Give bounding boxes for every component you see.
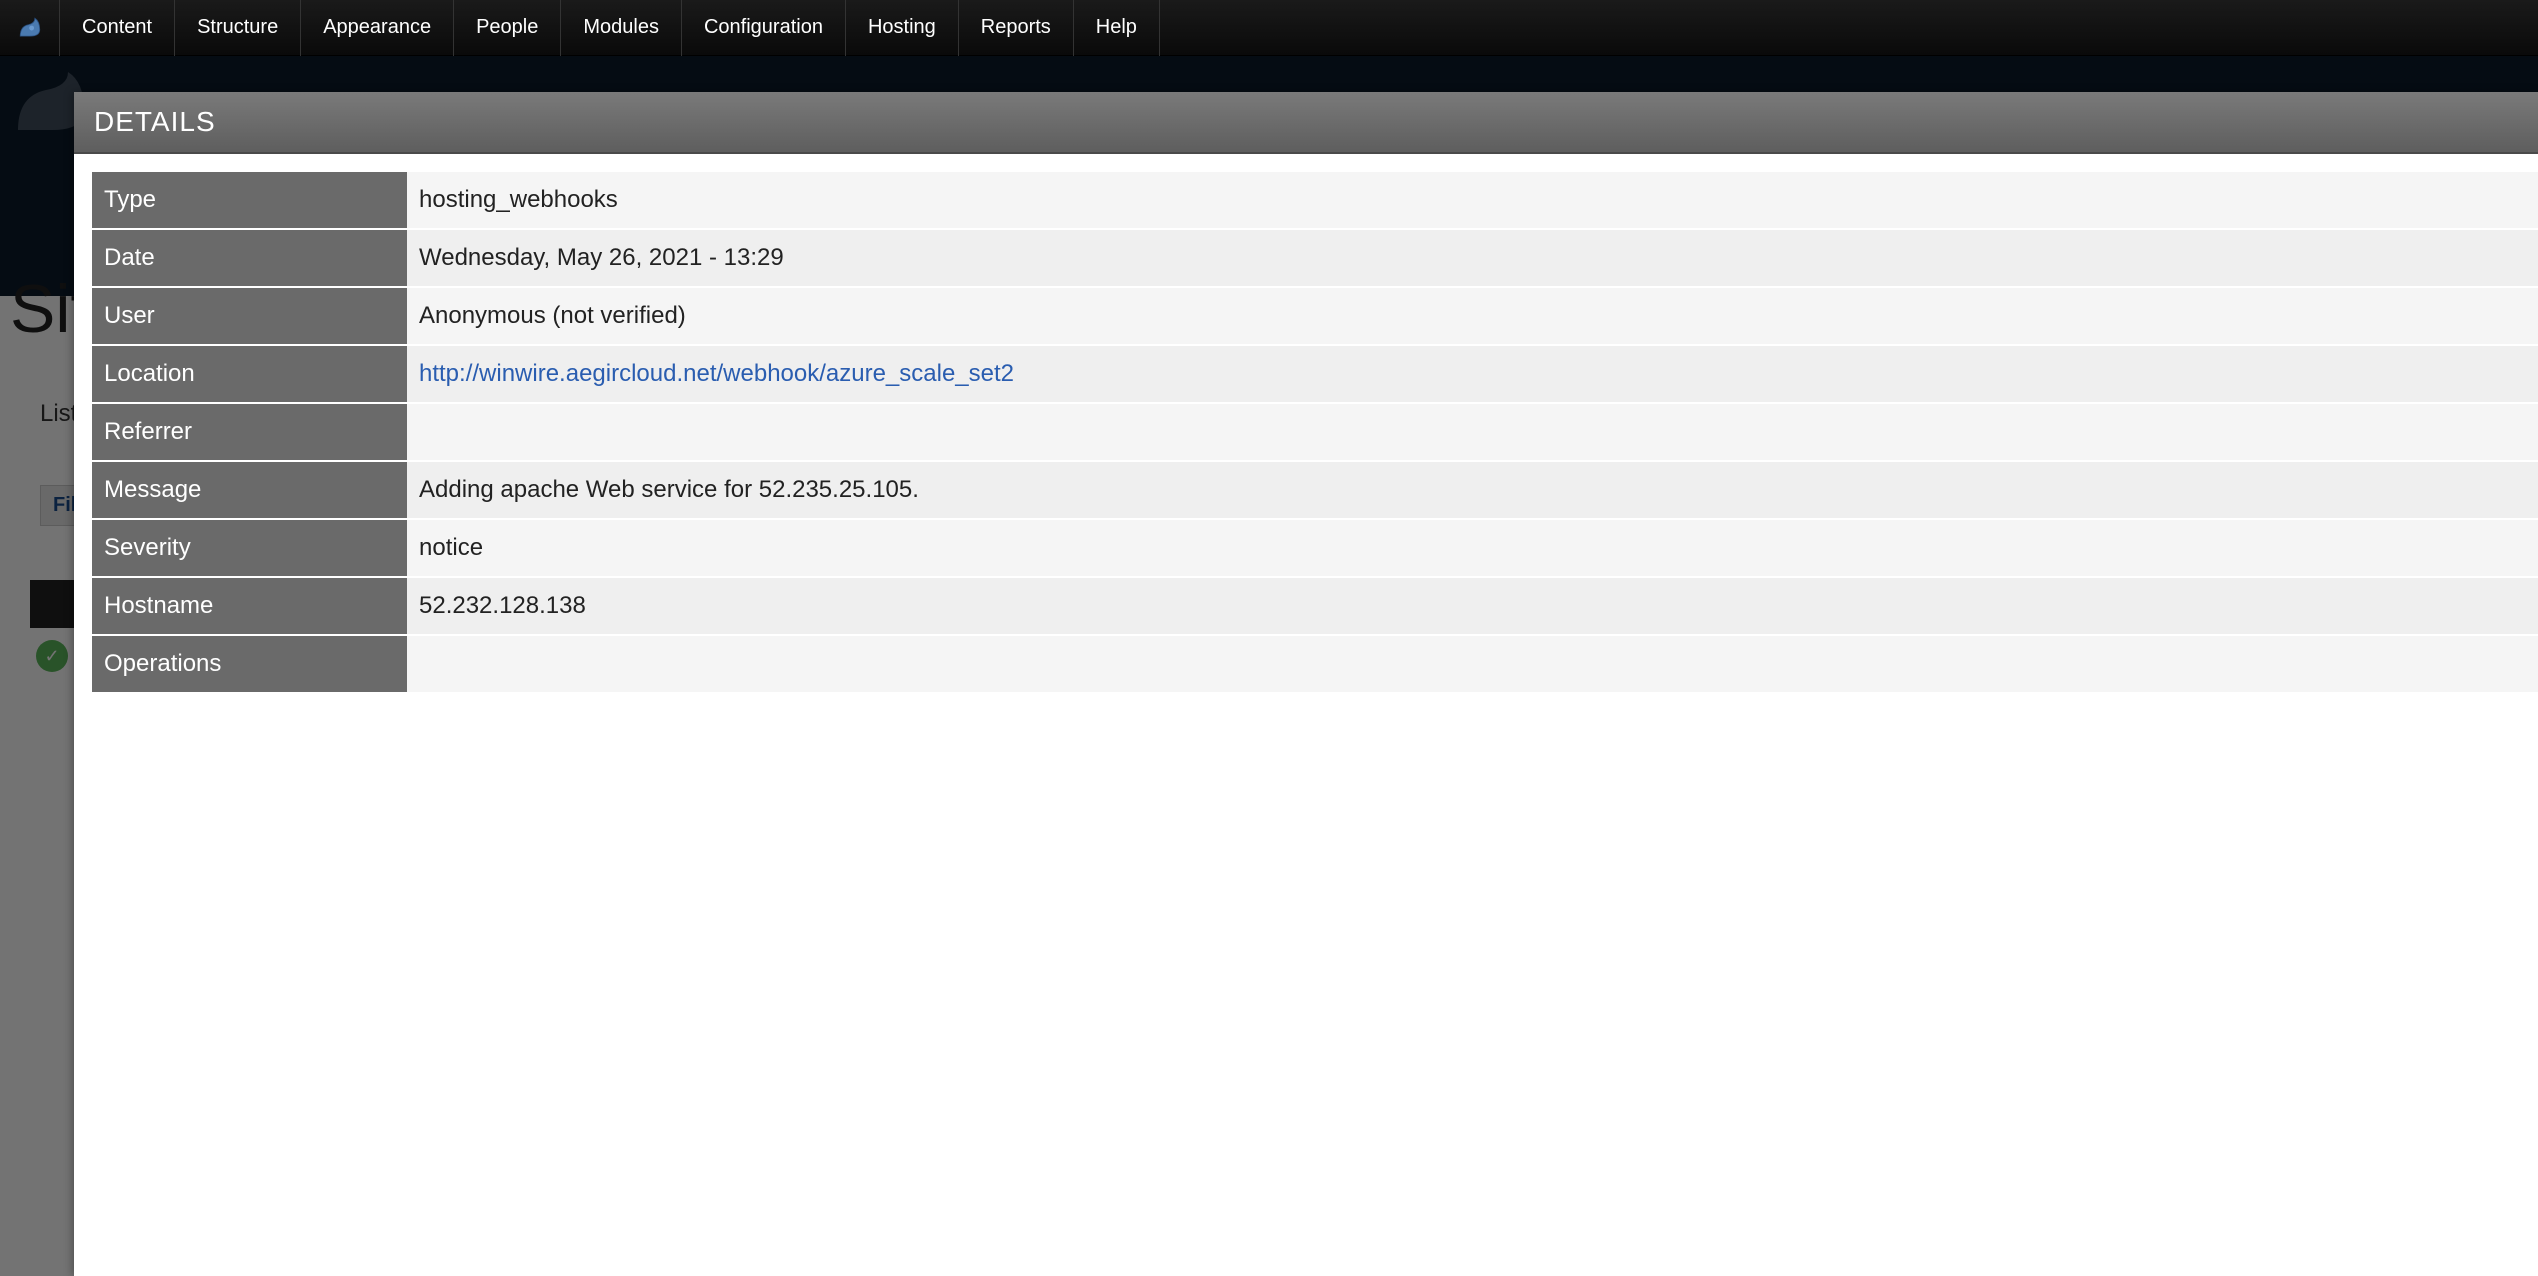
toolbar-item-structure[interactable]: Structure [175,0,301,56]
details-row: MessageAdding apache Web service for 52.… [92,461,2538,519]
details-row: UserAnonymous (not verified) [92,287,2538,345]
details-modal: DETAILS Typehosting_webhooksDateWednesda… [74,92,2538,1276]
wave-icon [15,15,45,41]
details-row: Referrer [92,403,2538,461]
details-row-label: Message [92,461,407,519]
modal-title: DETAILS [74,92,2538,154]
details-row-value: Anonymous (not verified) [407,287,2538,345]
details-row-value: Adding apache Web service for 52.235.25.… [407,461,2538,519]
toolbar-item-people[interactable]: People [454,0,561,56]
details-row: Severitynotice [92,519,2538,577]
details-row: Location http://winwire.aegircloud.net/we… [92,345,2538,403]
details-row-label: Referrer [92,403,407,461]
details-row-label: Date [92,229,407,287]
details-row-value: 52.232.128.138 [407,577,2538,635]
details-row-label: Location [92,345,407,403]
admin-toolbar: Content Structure Appearance People Modu… [0,0,2538,56]
details-row: Operations [92,635,2538,693]
details-row-value: hosting_webhooks [407,172,2538,229]
details-row-value: http://winwire.aegircloud.net/webhook/az… [407,345,2538,403]
details-row: Hostname52.232.128.138 [92,577,2538,635]
modal-body: Typehosting_webhooksDateWednesday, May 2… [74,154,2538,694]
details-row-value [407,635,2538,693]
toolbar-item-help[interactable]: Help [1074,0,1160,56]
details-row-label: Operations [92,635,407,693]
details-row-label: User [92,287,407,345]
details-row-value: notice [407,519,2538,577]
details-row: Typehosting_webhooks [92,172,2538,229]
toolbar-item-reports[interactable]: Reports [959,0,1074,56]
toolbar-item-content[interactable]: Content [60,0,175,56]
toolbar-item-hosting[interactable]: Hosting [846,0,959,56]
toolbar-item-configuration[interactable]: Configuration [682,0,846,56]
details-table: Typehosting_webhooksDateWednesday, May 2… [92,172,2538,694]
details-row-label: Type [92,172,407,229]
details-row-label: Hostname [92,577,407,635]
details-row-value: Wednesday, May 26, 2021 - 13:29 [407,229,2538,287]
toolbar-item-modules[interactable]: Modules [561,0,682,56]
details-row: DateWednesday, May 26, 2021 - 13:29 [92,229,2538,287]
details-row-value [407,403,2538,461]
details-location-link[interactable]: http://winwire.aegircloud.net/webhook/az… [419,360,1014,387]
toolbar-item-appearance[interactable]: Appearance [301,0,454,56]
details-row-label: Severity [92,519,407,577]
drupal-logo-icon[interactable] [0,0,60,56]
